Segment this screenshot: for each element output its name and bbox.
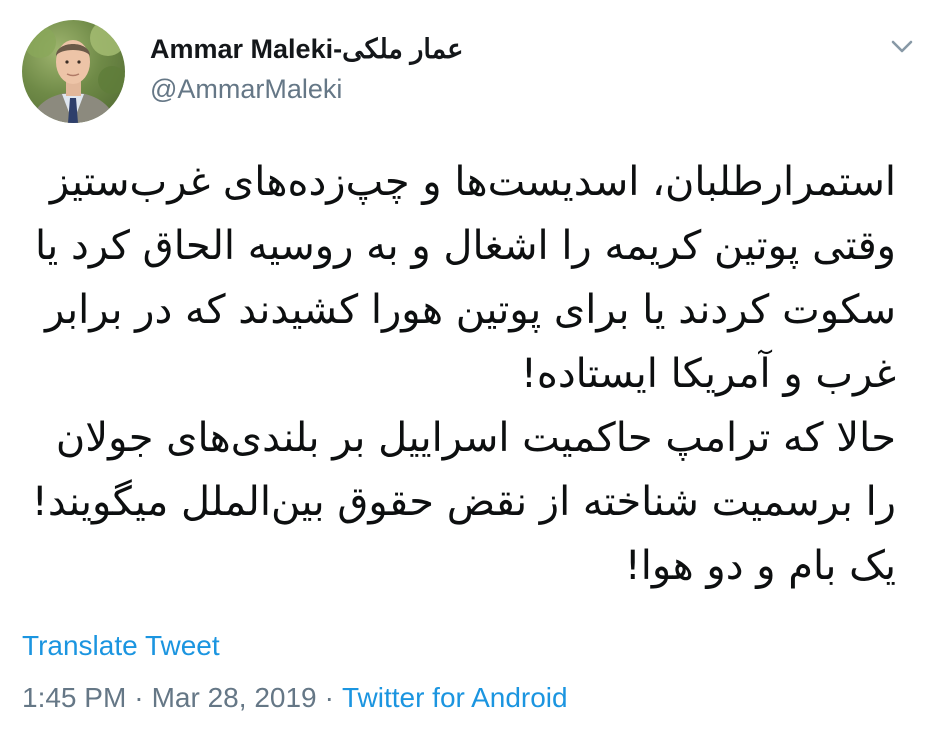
avatar[interactable] xyxy=(22,20,125,123)
tweet-text-line: را برسمیت شناخته از نقض حقوق بین‌الملل م… xyxy=(31,479,896,525)
author-info[interactable]: Ammar Maleki-عمار ملکی @AmmarMaleki xyxy=(150,32,463,106)
tweet-source-link[interactable]: Twitter for Android xyxy=(342,682,568,713)
meta-separator: · xyxy=(324,682,334,713)
tweet-card: Ammar Maleki-عمار ملکی @AmmarMaleki استم… xyxy=(0,0,936,750)
tweet-text-line: سکوت کردند یا برای پوتین هورا کشیدند که … xyxy=(44,287,896,333)
tweet-text-line: غرب و آمریکا ایستاده! xyxy=(520,351,896,397)
tweet-date[interactable]: Mar 28, 2019 xyxy=(152,682,317,713)
profile-photo-icon xyxy=(24,20,125,123)
user-handle[interactable]: @AmmarMaleki xyxy=(150,72,463,106)
translate-tweet-link[interactable]: Translate Tweet xyxy=(22,628,220,664)
display-name[interactable]: Ammar Maleki-عمار ملکی xyxy=(150,32,463,66)
chevron-down-icon[interactable] xyxy=(890,38,914,56)
tweet-text-line: استمرارطلبان، اسدیست‌ها و چپ‌زده‌های غرب… xyxy=(49,159,896,205)
tweet-metadata: 1:45 PM · Mar 28, 2019 · Twitter for Android xyxy=(22,680,568,716)
tweet-text: استمرارطلبان، اسدیست‌ها و چپ‌زده‌های غرب… xyxy=(26,150,896,598)
tweet-time[interactable]: 1:45 PM xyxy=(22,682,126,713)
tweet-text-line: وقتی پوتین کریمه را اشغال و به روسیه الح… xyxy=(34,223,896,269)
tweet-text-line: حالا که ترامپ حاکمیت اسراییل بر بلندی‌ها… xyxy=(55,415,896,461)
meta-separator: · xyxy=(134,682,144,713)
tweet-text-line: یک بام و دو هوا! xyxy=(624,543,896,589)
